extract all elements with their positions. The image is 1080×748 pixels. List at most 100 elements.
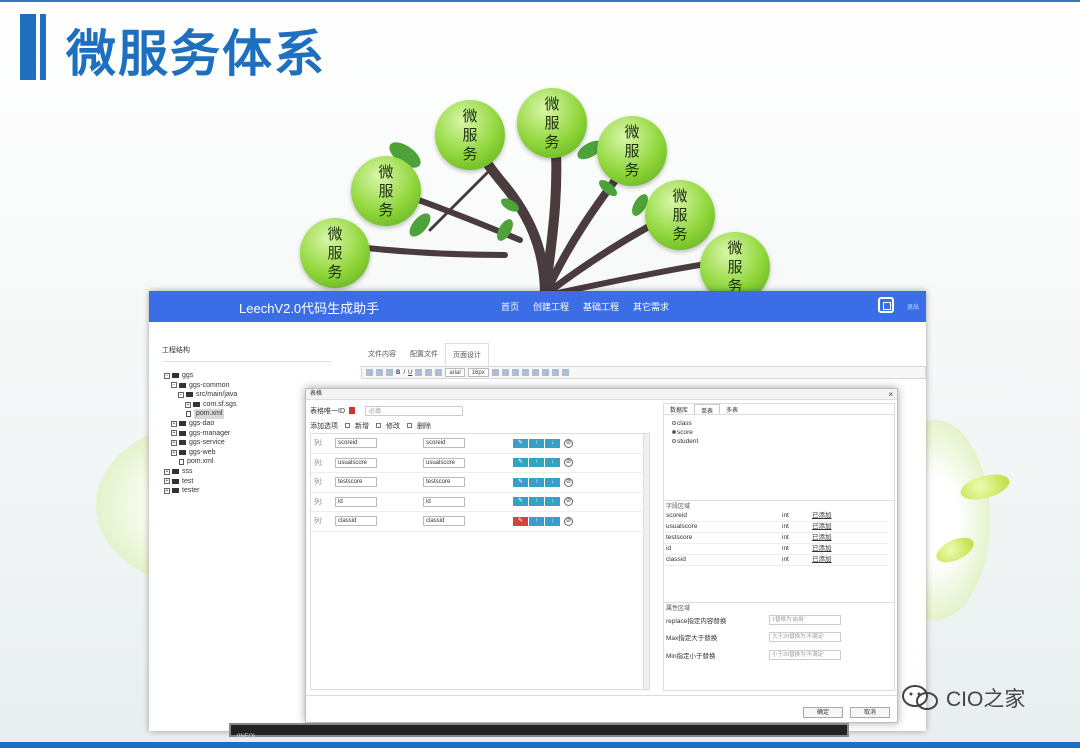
- arrow-up-icon[interactable]: ↑: [529, 516, 544, 526]
- color-icon[interactable]: [425, 369, 433, 376]
- list-icon[interactable]: [435, 369, 443, 376]
- tab-single-table[interactable]: 单表: [694, 404, 721, 415]
- arrow-up-icon[interactable]: ↑: [529, 458, 544, 468]
- added-link[interactable]: 已添加: [812, 544, 832, 554]
- edit-icon[interactable]: ✎: [513, 497, 528, 507]
- italic-icon[interactable]: I: [403, 370, 405, 376]
- column-name-input[interactable]: scoreid: [335, 438, 377, 449]
- remove-icon[interactable]: ⊘: [564, 497, 573, 507]
- radio-icon: [672, 421, 676, 425]
- column-name-input[interactable]: classid: [335, 516, 377, 527]
- list-item[interactable]: class: [672, 419, 886, 428]
- expand-icon[interactable]: +: [185, 401, 191, 408]
- edit-icon[interactable]: ✎: [513, 438, 528, 448]
- column-value-input[interactable]: classid: [423, 516, 465, 527]
- expand-icon[interactable]: +: [164, 468, 170, 475]
- arrow-up-icon[interactable]: ↑: [529, 477, 544, 487]
- required-icon: [349, 407, 355, 414]
- arrow-down-icon[interactable]: ↓: [545, 458, 560, 468]
- editor-tabs: 文件内容 配置文件 页面设计: [361, 343, 489, 366]
- remove-icon[interactable]: ⊘: [564, 477, 573, 487]
- column-name-input[interactable]: testscore: [335, 477, 377, 488]
- expand-icon[interactable]: +: [171, 430, 177, 437]
- ok-button[interactable]: 确定: [803, 707, 843, 718]
- remove-icon[interactable]: ⊘: [564, 516, 573, 526]
- expand-icon[interactable]: +: [171, 439, 177, 446]
- expand-icon[interactable]: +: [171, 449, 177, 456]
- close-icon[interactable]: ×: [888, 390, 893, 399]
- list-item[interactable]: student: [672, 437, 886, 446]
- home-icon[interactable]: [878, 297, 894, 313]
- max-input[interactable]: 大于20替换为'不满足': [769, 632, 841, 642]
- undo-icon[interactable]: [376, 369, 383, 376]
- source-icon[interactable]: [366, 369, 373, 376]
- arrow-down-icon[interactable]: ↓: [545, 497, 560, 507]
- font-size-select[interactable]: 16px: [467, 368, 489, 377]
- column-name-input[interactable]: usualscore: [335, 457, 377, 468]
- edit-icon[interactable]: ✎: [513, 516, 528, 526]
- replace-input[interactable]: 1替换为'启用': [769, 615, 841, 625]
- expand-icon[interactable]: +: [164, 478, 170, 485]
- table-row: 列: testscore testscore ✎ ↑ ↓ ⊘: [311, 473, 649, 493]
- exit-link[interactable]: 退出: [907, 302, 919, 311]
- align-right-icon[interactable]: [511, 369, 519, 376]
- table-icon[interactable]: [531, 369, 539, 376]
- unique-id-input[interactable]: 必填: [365, 405, 463, 416]
- tab-multi-table[interactable]: 多表: [720, 404, 744, 414]
- unique-id-label: 表格唯一ID: [310, 407, 345, 415]
- format-icon[interactable]: [415, 369, 423, 376]
- align-left-icon[interactable]: [491, 369, 499, 376]
- collapse-icon[interactable]: −: [164, 372, 170, 379]
- list-item[interactable]: score: [672, 428, 886, 437]
- arrow-up-icon[interactable]: ↑: [529, 497, 544, 507]
- table-row: testscore int 已添加: [664, 533, 888, 544]
- column-name-input[interactable]: id: [335, 496, 377, 507]
- attr-section-title: 属性区域: [664, 602, 894, 612]
- arrow-down-icon[interactable]: ↓: [545, 477, 560, 487]
- remove-icon[interactable]: ⊘: [564, 458, 573, 468]
- expand-icon[interactable]: +: [171, 420, 177, 427]
- tab-database[interactable]: 数据库: [664, 404, 694, 414]
- column-value-input[interactable]: id: [423, 496, 465, 507]
- arrow-down-icon[interactable]: ↓: [545, 438, 560, 448]
- remove-icon[interactable]: ⊘: [564, 438, 573, 448]
- search-icon[interactable]: [551, 369, 559, 376]
- expand-icon[interactable]: +: [164, 487, 170, 494]
- align-center-icon[interactable]: [501, 369, 509, 376]
- collapse-icon[interactable]: −: [178, 391, 184, 398]
- tree-item[interactable]: − ggs: [162, 371, 332, 381]
- column-value-input[interactable]: testscore: [423, 477, 465, 488]
- font-family-select[interactable]: arial: [445, 368, 465, 377]
- underline-icon[interactable]: U: [408, 370, 412, 376]
- tab-config-file[interactable]: 配置文件: [403, 343, 445, 366]
- tab-page-design[interactable]: 页面设计: [445, 343, 489, 366]
- edit-icon[interactable]: ✎: [513, 477, 528, 487]
- folder-icon: [172, 488, 179, 494]
- option-delete-checkbox[interactable]: [407, 423, 412, 428]
- nav-other[interactable]: 其它需求: [633, 300, 669, 313]
- arrow-down-icon[interactable]: ↓: [545, 516, 560, 526]
- added-link[interactable]: 已添加: [812, 511, 832, 521]
- column-value-input[interactable]: usualscore: [423, 457, 465, 468]
- nav-create-project[interactable]: 创建工程: [533, 300, 569, 313]
- nav-home[interactable]: 首页: [501, 300, 519, 313]
- arrow-up-icon[interactable]: ↑: [529, 438, 544, 448]
- collapse-icon[interactable]: −: [171, 382, 177, 389]
- scrollbar[interactable]: [643, 434, 649, 689]
- added-link[interactable]: 已添加: [812, 533, 832, 543]
- added-link[interactable]: 已添加: [812, 555, 832, 565]
- nav-base-project[interactable]: 基础工程: [583, 300, 619, 313]
- edit-icon[interactable]: ✎: [513, 458, 528, 468]
- bold-icon[interactable]: B: [396, 370, 400, 376]
- cancel-button[interactable]: 取消: [850, 707, 890, 718]
- option-add-checkbox[interactable]: [345, 423, 350, 428]
- added-link[interactable]: 已添加: [812, 522, 832, 532]
- option-edit-checkbox[interactable]: [376, 423, 381, 428]
- column-value-input[interactable]: scoreid: [423, 438, 465, 449]
- redo-icon[interactable]: [386, 369, 393, 376]
- min-input[interactable]: 小于20替换为'不满足': [769, 650, 841, 660]
- image-icon[interactable]: [541, 369, 549, 376]
- save-icon[interactable]: [561, 369, 569, 376]
- tab-file-content[interactable]: 文件内容: [361, 343, 403, 366]
- link-icon[interactable]: [521, 369, 529, 376]
